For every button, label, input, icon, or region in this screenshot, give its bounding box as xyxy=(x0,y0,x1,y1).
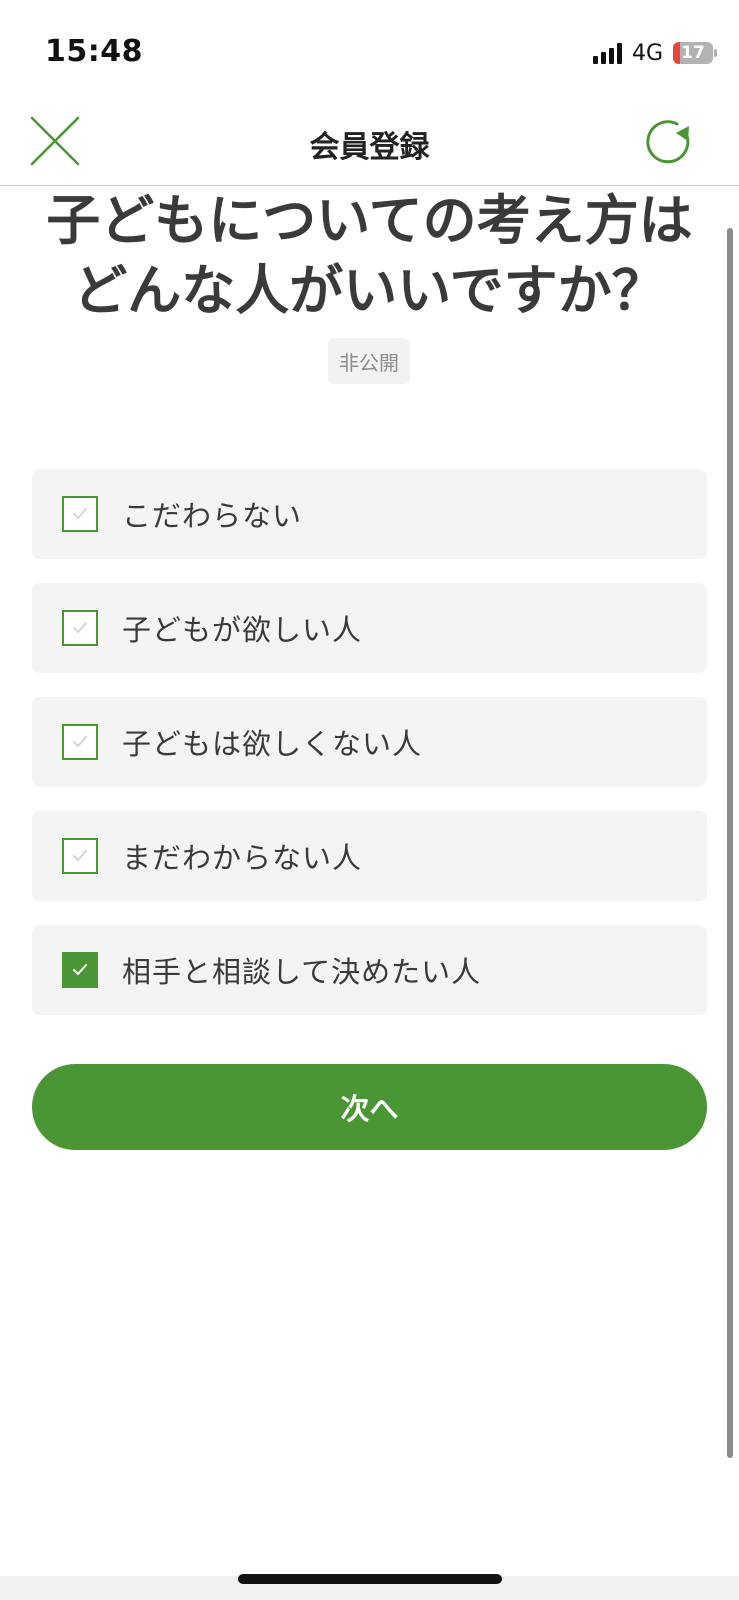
option-label: 子どもが欲しい人 xyxy=(122,613,363,647)
option-item[interactable]: まだわからない人 xyxy=(32,811,707,901)
check-icon xyxy=(73,850,87,861)
signal-icon xyxy=(592,42,622,64)
option-item[interactable]: 子どもは欲しくない人 xyxy=(32,697,707,787)
status-bar: 15:48 4G 17 xyxy=(0,0,739,100)
check-icon xyxy=(73,964,87,975)
check-icon xyxy=(73,508,87,519)
options-list: こだわらない子どもが欲しい人子どもは欲しくない人 まだわからない人相手と相談して決… xyxy=(32,469,707,1039)
check-icon xyxy=(73,736,87,747)
nav-bar: 会員登録 xyxy=(0,100,739,186)
option-item[interactable]: 子どもが欲しい人 xyxy=(32,583,707,673)
checkbox-unchecked[interactable] xyxy=(62,610,98,646)
status-time: 15:48 xyxy=(45,34,143,69)
checkbox-unchecked[interactable] xyxy=(62,496,98,532)
option-item[interactable]: 相手と相談して決めたい人 xyxy=(32,925,707,1015)
option-label: こだわらない xyxy=(122,499,303,533)
status-indicators: 4G 17 xyxy=(592,40,717,66)
network-type: 4G xyxy=(631,40,663,66)
option-label: 子どもは欲しくない人 xyxy=(122,727,423,761)
next-button[interactable]: 次へ xyxy=(32,1064,707,1150)
option-label: まだわからない人 xyxy=(122,841,363,875)
battery-percent: 17 xyxy=(681,43,705,63)
question-title: 子どもについての考え方はどんな人がいいですか？ xyxy=(46,189,693,322)
refresh-button[interactable] xyxy=(643,116,695,168)
option-label: 相手と相談して決めたい人 xyxy=(122,955,482,989)
checkbox-checked[interactable] xyxy=(62,952,98,988)
check-icon xyxy=(73,622,87,633)
home-indicator[interactable] xyxy=(238,1574,502,1584)
page-title: 会員登録 xyxy=(309,130,430,165)
scroll-indicator[interactable] xyxy=(727,228,733,1458)
private-badge: 非公開 xyxy=(328,338,410,384)
option-item[interactable]: こだわらない xyxy=(32,469,707,559)
checkbox-unchecked[interactable] xyxy=(62,838,98,874)
battery-icon: 17 xyxy=(673,42,717,64)
refresh-icon xyxy=(646,120,690,164)
checkbox-unchecked[interactable] xyxy=(62,724,98,760)
